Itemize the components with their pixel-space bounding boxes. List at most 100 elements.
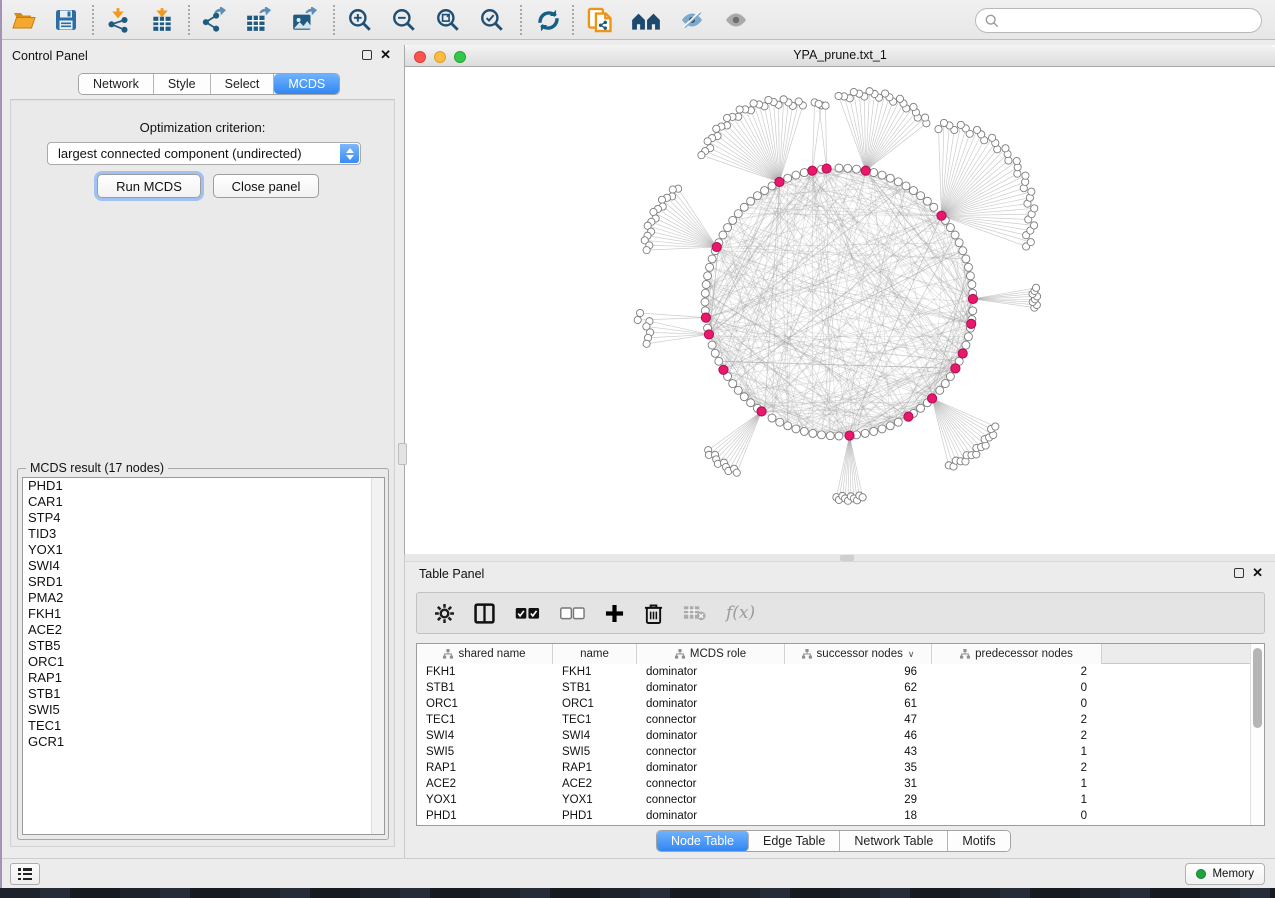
column-header-shared-name[interactable]: shared name <box>417 644 553 664</box>
apply-layout-icon[interactable] <box>532 5 564 35</box>
settings-gear-icon[interactable] <box>435 604 454 623</box>
cell-predecessors: 1 <box>932 778 1102 790</box>
select-all-checkboxes-icon[interactable] <box>515 607 540 620</box>
column-label: shared name <box>458 648 525 660</box>
column-label: successor nodes <box>817 648 903 660</box>
add-column-icon[interactable] <box>605 604 624 623</box>
zoom-in-icon[interactable] <box>344 5 376 35</box>
table-row[interactable]: STB1STB1dominator620 <box>417 680 1250 696</box>
mcds-result-item[interactable]: PMA2 <box>23 590 384 606</box>
zoom-fit-icon[interactable] <box>432 5 464 35</box>
zoom-out-icon[interactable] <box>388 5 420 35</box>
tab-edge-table[interactable]: Edge Table <box>749 831 840 851</box>
mcds-result-item[interactable]: SWI5 <box>23 702 384 718</box>
tab-motifs[interactable]: Motifs <box>948 831 1009 851</box>
mcds-tab-panel: Optimization criterion: largest connecte… <box>10 99 395 847</box>
run-mcds-button[interactable]: Run MCDS <box>97 174 201 198</box>
search-input[interactable] <box>1004 14 1244 28</box>
table-row[interactable]: SWI4SWI4dominator462 <box>417 728 1250 744</box>
table-panel-divider[interactable] <box>405 554 1275 562</box>
mcds-result-item[interactable]: RAP1 <box>23 670 384 686</box>
tab-style[interactable]: Style <box>154 74 211 94</box>
network-window-titlebar[interactable]: YPA_prune.txt_1 <box>405 45 1275 67</box>
panel-divider-handle[interactable] <box>398 443 407 465</box>
table-row[interactable]: RAP1RAP1dominator352 <box>417 760 1250 776</box>
status-bar: Memory <box>0 858 1275 888</box>
delete-column-icon[interactable] <box>644 603 663 624</box>
close-panel-icon[interactable]: ✕ <box>1252 568 1263 578</box>
mcds-result-item[interactable]: STB5 <box>23 638 384 654</box>
show-all-icon[interactable] <box>720 5 752 35</box>
open-file-icon[interactable] <box>8 5 40 35</box>
column-header-predecessor-nodes[interactable]: predecessor nodes <box>932 644 1102 664</box>
cell-shared_name: RAP1 <box>417 762 553 774</box>
cell-name: FKH1 <box>553 666 637 678</box>
mcds-result-item[interactable]: CAR1 <box>23 494 384 510</box>
node-table[interactable]: shared name name MCDS rolesuccessor nodes∨… <box>416 643 1265 826</box>
import-network-icon[interactable] <box>102 5 134 35</box>
close-panel-icon[interactable]: ✕ <box>380 50 391 60</box>
cell-role: dominator <box>637 698 785 710</box>
select-stepper-icon <box>340 144 359 163</box>
table-row[interactable]: ACE2ACE2connector311 <box>417 776 1250 792</box>
mcds-result-item[interactable]: STB1 <box>23 686 384 702</box>
table-scrollbar[interactable] <box>1250 644 1264 825</box>
tab-network-table[interactable]: Network Table <box>840 831 948 851</box>
mcds-result-item[interactable]: SWI4 <box>23 558 384 574</box>
table-row[interactable]: YOX1YOX1connector291 <box>417 792 1250 808</box>
hide-selected-icon[interactable] <box>676 5 708 35</box>
search-field[interactable] <box>975 8 1262 33</box>
cell-predecessors: 2 <box>932 714 1102 726</box>
delete-table-icon[interactable] <box>683 605 706 621</box>
task-history-button[interactable] <box>10 863 40 885</box>
mcds-result-item[interactable]: ORC1 <box>23 654 384 670</box>
column-header-successor-nodes[interactable]: successor nodes∨ <box>785 644 932 664</box>
zoom-selected-icon[interactable] <box>476 5 508 35</box>
save-session-icon[interactable] <box>50 5 82 35</box>
table-row[interactable]: SWI5SWI5connector431 <box>417 744 1250 760</box>
table-row[interactable]: TEC1TEC1connector472 <box>417 712 1250 728</box>
mcds-result-item[interactable]: FKH1 <box>23 606 384 622</box>
table-row[interactable]: FKH1FKH1dominator962 <box>417 664 1250 680</box>
mcds-result-item[interactable]: ACE2 <box>23 622 384 638</box>
column-header-name[interactable]: name <box>553 644 637 664</box>
cell-role: connector <box>637 746 785 758</box>
mcds-result-item[interactable]: TEC1 <box>23 718 384 734</box>
network-canvas[interactable] <box>405 67 1275 554</box>
mcds-result-item[interactable]: STP4 <box>23 510 384 526</box>
divider-handle[interactable] <box>840 555 854 561</box>
tab-network[interactable]: Network <box>79 74 154 94</box>
tab-mcds[interactable]: MCDS <box>274 74 339 94</box>
import-table-icon[interactable] <box>146 5 178 35</box>
export-network-icon[interactable] <box>198 5 230 35</box>
mcds-result-item[interactable]: SRD1 <box>23 574 384 590</box>
export-image-icon[interactable] <box>288 5 320 35</box>
float-panel-icon[interactable] <box>362 50 372 60</box>
optimization-criterion-select[interactable]: largest connected component (undirected) <box>47 142 361 165</box>
tab-node-table[interactable]: Node Table <box>657 831 749 851</box>
first-neighbors-icon[interactable] <box>630 5 662 35</box>
mcds-result-item[interactable]: GCR1 <box>23 734 384 750</box>
mcds-result-item[interactable]: TID3 <box>23 526 384 542</box>
table-row[interactable]: PHD1PHD1dominator180 <box>417 808 1250 824</box>
mcds-list-scrollbar[interactable] <box>371 478 384 834</box>
mcds-result-item[interactable]: PHD1 <box>23 478 384 494</box>
scrollbar-thumb[interactable] <box>1253 648 1262 728</box>
memory-status-icon <box>1196 869 1206 879</box>
clone-network-icon[interactable] <box>584 5 616 35</box>
cell-shared_name: YOX1 <box>417 794 553 806</box>
header-filler <box>1102 644 1250 663</box>
deselect-all-checkboxes-icon[interactable] <box>560 607 585 620</box>
export-table-icon[interactable] <box>242 5 274 35</box>
close-panel-button[interactable]: Close panel <box>213 174 319 198</box>
function-builder-icon[interactable]: f(x) <box>726 603 755 623</box>
column-header-MCDS-role[interactable]: MCDS role <box>637 644 785 664</box>
show-columns-icon[interactable] <box>474 603 495 624</box>
table-row[interactable]: ORC1ORC1dominator610 <box>417 696 1250 712</box>
float-panel-icon[interactable] <box>1234 568 1244 578</box>
mcds-result-list[interactable]: PHD1CAR1STP4TID3YOX1SWI4SRD1PMA2FKH1ACE2… <box>22 477 385 835</box>
memory-button[interactable]: Memory <box>1185 863 1265 885</box>
column-label: name <box>580 648 609 660</box>
mcds-result-item[interactable]: YOX1 <box>23 542 384 558</box>
tab-select[interactable]: Select <box>211 74 275 94</box>
